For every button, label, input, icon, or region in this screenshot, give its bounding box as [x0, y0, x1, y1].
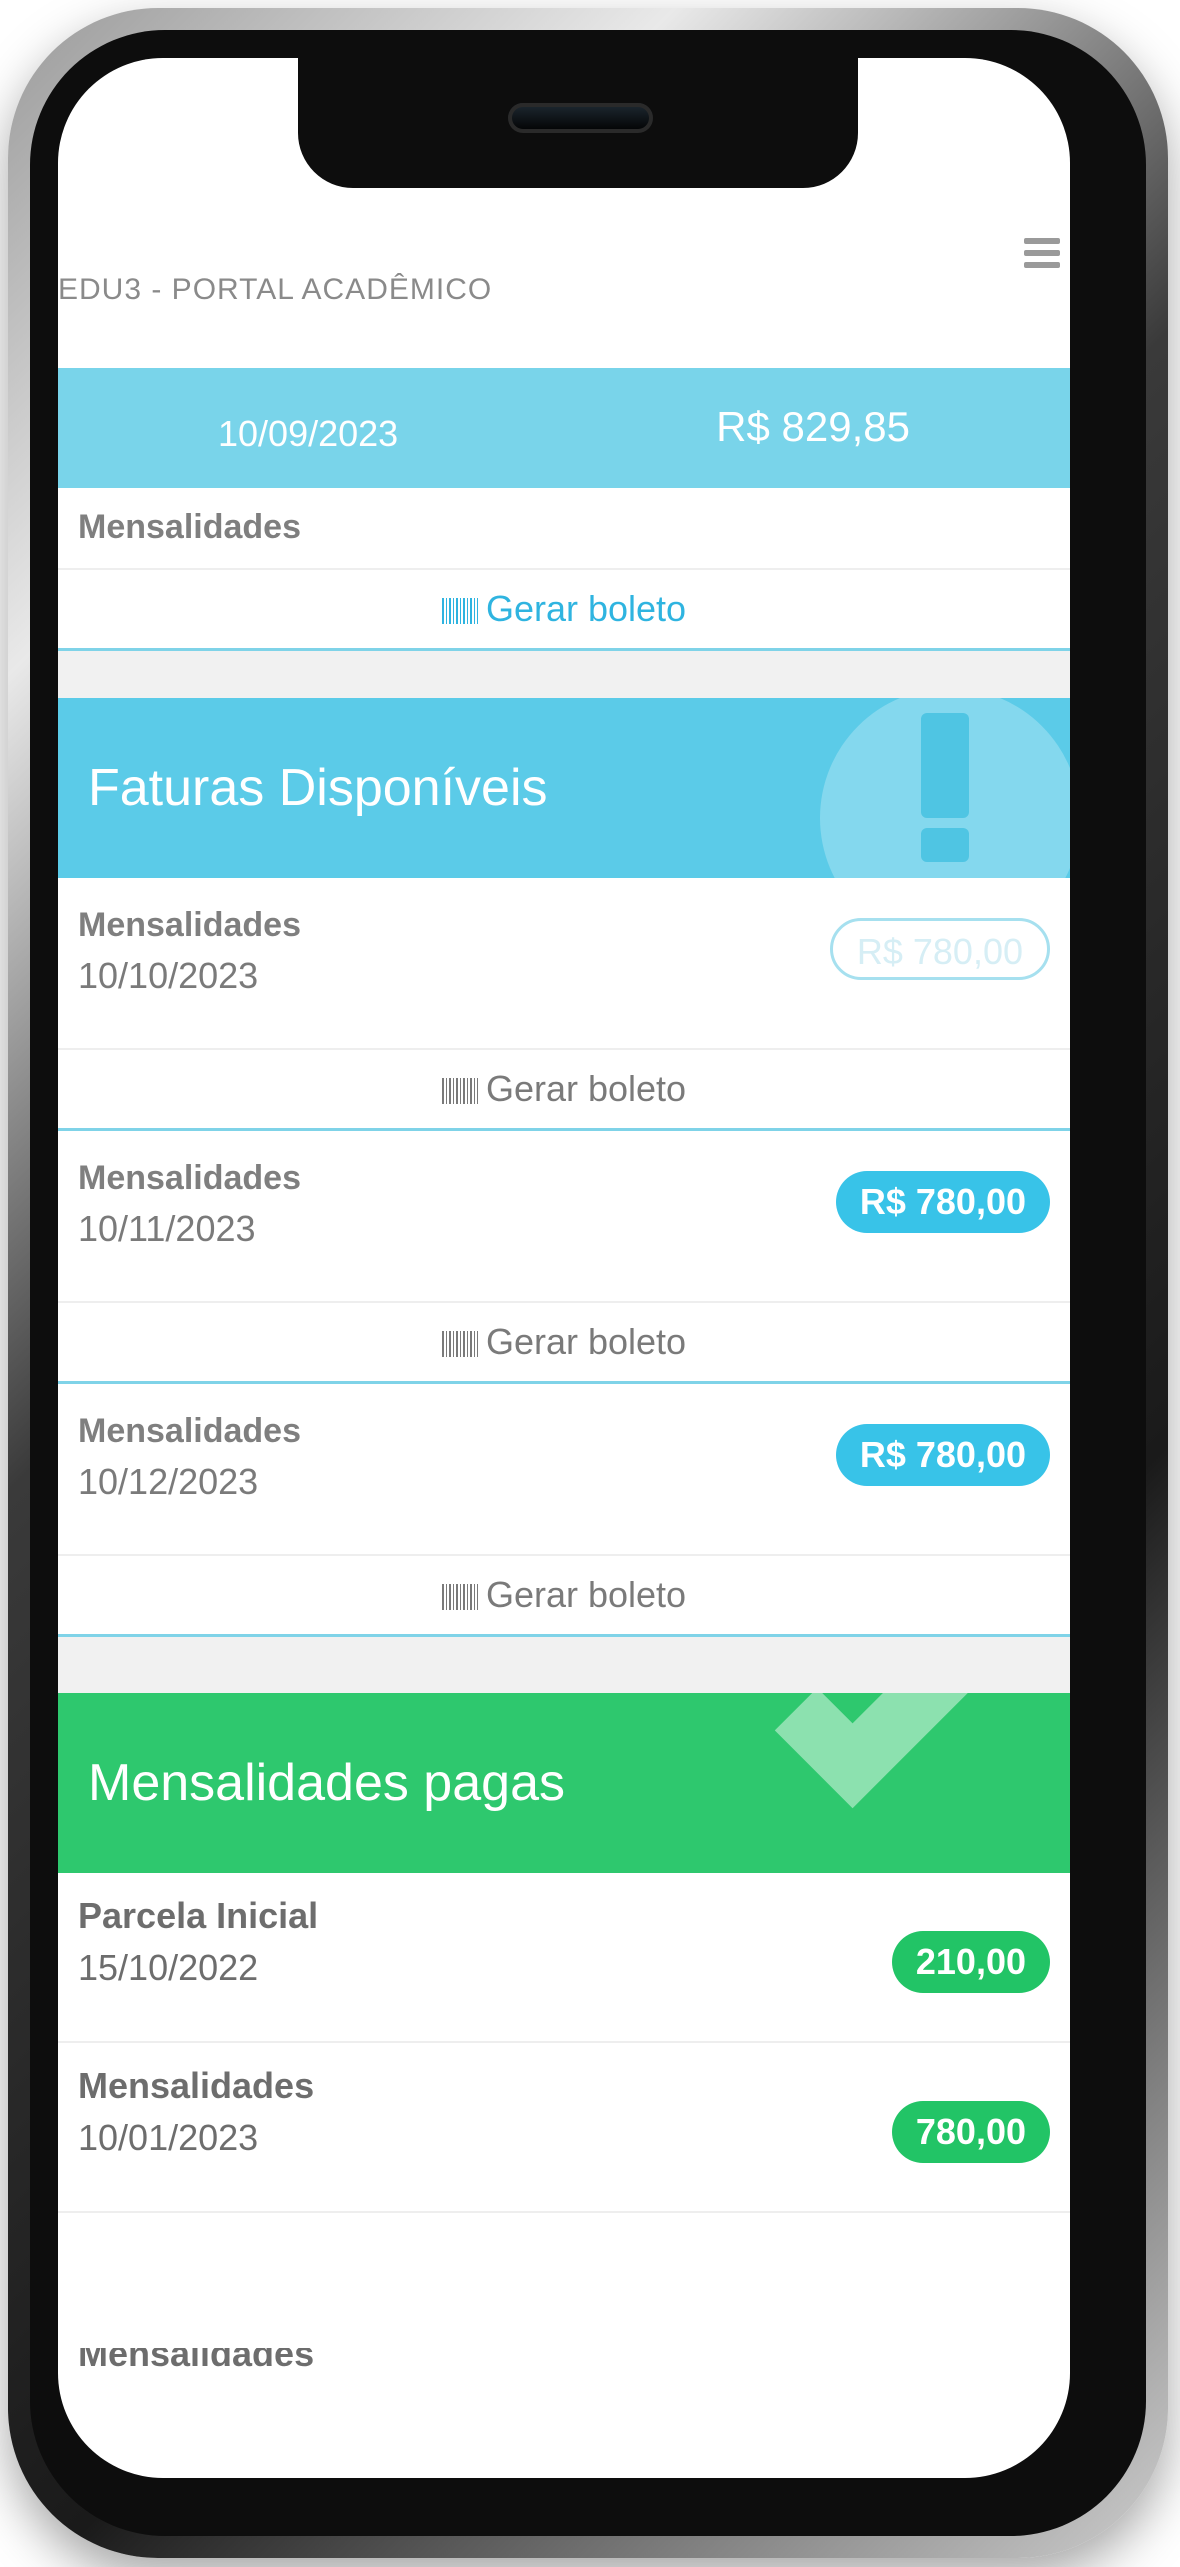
paid-label: Mensalidades	[78, 2348, 314, 2368]
boleto-label: Gerar boleto	[485, 588, 687, 629]
checkmark-icon	[774, 1693, 1016, 1809]
invoice-summary-strip: 10/09/2023 R$ 829,85	[58, 368, 1070, 488]
generate-boleto-button[interactable]: Gerar boleto	[58, 1301, 1070, 1381]
invoice-label: Mensalidades	[78, 1159, 301, 1197]
invoice-item: Mensalidades 10/11/2023 R$ 780,00	[58, 1131, 1070, 1301]
invoice-date: 10/10/2023	[78, 955, 259, 996]
boleto-label: Gerar boleto	[485, 1321, 687, 1362]
notch	[298, 58, 858, 188]
barcode-icon	[441, 1584, 478, 1610]
section-gap	[58, 1637, 1070, 1693]
invoice-label: Mensalidades	[78, 906, 301, 944]
paid-value-badge: 210,00	[891, 1931, 1050, 1993]
invoice-item: Mensalidades 10/12/2023 R$ 780,00	[58, 1384, 1070, 1554]
invoice-value-badge: R$ 780,00	[835, 1424, 1050, 1486]
paid-item: Mensalidades 10/01/2023 780,00	[58, 2043, 1070, 2213]
app-header: EDU3 - PORTAL ACADÊMICO	[58, 188, 1070, 368]
list-item: Mensalidades	[58, 488, 1070, 568]
paid-title: Mensalidades pagas	[88, 1754, 565, 1812]
invoice-label: Mensalidades	[78, 1412, 301, 1450]
phone-screen: EDU3 - PORTAL ACADÊMICO 10/09/2023 R$ 82…	[58, 58, 1070, 2478]
generate-boleto-button[interactable]: Gerar boleto	[58, 568, 1070, 648]
paid-header: Mensalidades pagas	[58, 1693, 1070, 1873]
barcode-icon	[441, 598, 478, 624]
barcode-icon	[441, 1078, 478, 1104]
exclamation-icon	[915, 713, 975, 863]
paid-date: 15/10/2022	[78, 1947, 259, 1988]
hamburger-menu-icon[interactable]	[1024, 238, 1060, 268]
app-title: EDU3 - PORTAL ACADÊMICO	[58, 273, 493, 306]
item-label: Mensalidades	[78, 508, 301, 546]
invoice-date: 10/11/2023	[78, 1208, 256, 1249]
generate-boleto-button[interactable]: Gerar boleto	[58, 1554, 1070, 1634]
paid-item: Parcela Inicial 15/10/2022 210,00	[58, 1873, 1070, 2043]
section-gap	[58, 651, 1070, 698]
invoice-value-badge: R$ 780,00	[835, 1171, 1050, 1233]
strip-value: R$ 829,85	[716, 403, 910, 450]
generate-boleto-button[interactable]: Gerar boleto	[58, 1048, 1070, 1128]
paid-date: 10/01/2023	[78, 2117, 259, 2158]
invoice-value-badge: R$ 780,00	[829, 918, 1050, 980]
paid-label: Mensalidades	[78, 2065, 315, 2106]
boleto-label: Gerar boleto	[485, 1068, 687, 1109]
faturas-title: Faturas Disponíveis	[88, 759, 548, 817]
invoice-date: 10/12/2023	[78, 1461, 259, 1502]
strip-date: 10/09/2023	[218, 413, 399, 454]
barcode-icon	[441, 1331, 478, 1357]
boleto-label: Gerar boleto	[485, 1574, 687, 1615]
invoice-item: Mensalidades 10/10/2023 R$ 780,00	[58, 878, 1070, 1048]
paid-label: Parcela Inicial	[78, 1895, 319, 1936]
paid-value-badge: 780,00	[891, 2101, 1050, 2163]
faturas-header: Faturas Disponíveis	[58, 698, 1070, 878]
speaker	[508, 103, 653, 133]
